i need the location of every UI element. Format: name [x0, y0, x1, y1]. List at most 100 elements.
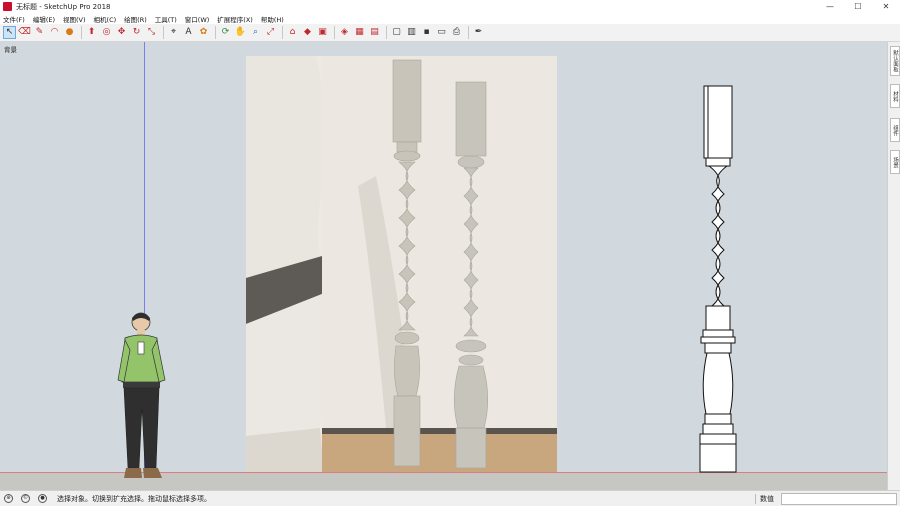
- section-fill-button[interactable]: ▭: [435, 26, 448, 39]
- zoom-tool-button[interactable]: ⌕: [249, 26, 262, 39]
- display-cuts-button[interactable]: ▪: [420, 26, 433, 39]
- photo-drawing: [246, 56, 557, 472]
- window-controls: — ☐ ✕: [816, 0, 900, 13]
- figure-badge: [137, 341, 145, 355]
- offset-tool-button[interactable]: ◎: [100, 26, 113, 39]
- select-tool-button[interactable]: ↖: [3, 26, 16, 39]
- line-tool-button[interactable]: ✎: [33, 26, 46, 39]
- left-baluster-neck: [396, 141, 418, 153]
- geo-location-icon[interactable]: ⊕: [4, 494, 13, 503]
- baseboard: [322, 428, 557, 434]
- toolbar-divider: [163, 26, 164, 39]
- toolbar-divider: [468, 26, 469, 39]
- scene-tab[interactable]: 背景: [4, 44, 17, 54]
- ruby-console-button[interactable]: ◈: [338, 26, 351, 39]
- left-baluster-bead: [394, 331, 420, 345]
- menu-help[interactable]: 帮助(H): [261, 14, 284, 24]
- figure-left-shoe: [124, 468, 142, 478]
- credits-icon[interactable]: ©: [21, 494, 30, 503]
- scale-figure-person[interactable]: [112, 310, 172, 482]
- generate-report-button[interactable]: ▤: [368, 26, 381, 39]
- menu-bar: 文件(F) 编辑(E) 视图(V) 相机(C) 绘图(R) 工具(T) 窗口(W…: [0, 13, 900, 24]
- menu-draw[interactable]: 绘图(R): [124, 14, 147, 24]
- paint-tool-button[interactable]: ✿: [197, 26, 210, 39]
- figure-belt: [123, 382, 160, 388]
- reference-photo[interactable]: [246, 56, 557, 472]
- model-top-collar: [705, 157, 731, 167]
- tray-tab-materials[interactable]: 材料: [890, 84, 900, 108]
- rotate-tool-button[interactable]: ↻: [130, 26, 143, 39]
- tray-tab-default[interactable]: 默认面板: [890, 46, 900, 76]
- model-base-ring: [702, 423, 734, 435]
- tape-tool-button[interactable]: ⌖: [167, 26, 180, 39]
- photo-textures-button[interactable]: ▦: [353, 26, 366, 39]
- model-mid-block: [705, 305, 731, 331]
- wall: [322, 56, 557, 431]
- shape-tool-button[interactable]: ●: [63, 26, 76, 39]
- left-baluster-square-top: [392, 59, 422, 143]
- display-section-button[interactable]: ▥: [405, 26, 418, 39]
- eraser-tool-button[interactable]: ⌫: [18, 26, 31, 39]
- measurements-label: 数值: [760, 495, 774, 503]
- title-bar: 无标题 - SketchUp Pro 2018 — ☐ ✕: [0, 0, 900, 13]
- drawing-viewport[interactable]: 背景: [0, 42, 887, 490]
- status-bar: ⊕ © ● 选择对象。切换到扩充选择。拖动鼠标选择多项。 数值: [0, 490, 900, 506]
- right-baluster-ring: [457, 155, 485, 169]
- baluster-3d-model[interactable]: [694, 84, 742, 474]
- model-lower-ring: [704, 413, 732, 425]
- user-account-icon[interactable]: ●: [38, 494, 47, 503]
- menu-camera[interactable]: 相机(C): [94, 14, 117, 24]
- toolbar-divider: [386, 26, 387, 39]
- close-button[interactable]: ✕: [872, 0, 900, 13]
- figure-trousers: [123, 387, 160, 469]
- sketchup-logo-icon: [3, 2, 12, 11]
- menu-edit[interactable]: 编辑(E): [33, 14, 55, 24]
- menu-window[interactable]: 窗口(W): [185, 14, 210, 24]
- model-lower-collar: [704, 342, 732, 354]
- extension-warehouse-button[interactable]: ◆: [301, 26, 314, 39]
- window-title: 无标题 - SketchUp Pro 2018: [16, 2, 111, 11]
- left-baluster-ring: [393, 150, 421, 162]
- toolbar-divider: [215, 26, 216, 39]
- scale-tool-button[interactable]: ⤡: [145, 26, 158, 39]
- maximize-button[interactable]: ☐: [844, 0, 872, 13]
- right-baluster-square-top: [455, 81, 487, 157]
- menu-view[interactable]: 视图(V): [63, 14, 86, 24]
- menu-file[interactable]: 文件(F): [3, 14, 25, 24]
- right-baluster-square-bottom: [455, 427, 487, 469]
- print-button[interactable]: ⎙: [450, 26, 463, 39]
- model-twist-section: [707, 165, 729, 307]
- main-toolbar: ↖ ⌫ ✎ ◠ ● ⬆ ◎ ✥ ↻ ⤡ ⌖ A ✿ ⟳ ✋ ⌕ ⤢ ⌂ ◆ ▣ …: [0, 24, 900, 42]
- send-to-layout-button[interactable]: ▣: [316, 26, 329, 39]
- pushpull-tool-button[interactable]: ⬆: [85, 26, 98, 39]
- menu-extensions[interactable]: 扩展程序(X): [217, 14, 253, 24]
- pan-tool-button[interactable]: ✋: [234, 26, 247, 39]
- toolbar-divider: [282, 26, 283, 39]
- warehouse-button[interactable]: ⌂: [286, 26, 299, 39]
- right-baluster-vase: [453, 365, 489, 429]
- tray-tab-components[interactable]: 组件: [890, 118, 900, 142]
- wooden-floor: [322, 431, 557, 472]
- figure-right-shoe: [143, 468, 162, 478]
- right-baluster-bead-2: [458, 354, 484, 366]
- text-tool-button[interactable]: A: [182, 26, 195, 39]
- right-baluster-bead: [455, 339, 487, 353]
- model-mid-ring: [702, 329, 734, 338]
- model-mid-disc: [700, 336, 736, 344]
- section-plane-button[interactable]: ▢: [390, 26, 403, 39]
- baluster-model-geometry: [699, 85, 737, 473]
- measurements-input[interactable]: [781, 493, 897, 505]
- tray-tab-scenes[interactable]: 场景: [890, 150, 900, 174]
- move-tool-button[interactable]: ✥: [115, 26, 128, 39]
- arc-tool-button[interactable]: ◠: [48, 26, 61, 39]
- toolbar-divider: [81, 26, 82, 39]
- orbit-tool-button[interactable]: ⟳: [219, 26, 232, 39]
- dynamic-component-button[interactable]: ✒: [472, 26, 485, 39]
- menu-tools[interactable]: 工具(T): [155, 14, 177, 24]
- model-vase: [702, 352, 734, 420]
- minimize-button[interactable]: —: [816, 0, 844, 13]
- status-divider: [755, 494, 756, 504]
- left-baluster-vase: [394, 345, 420, 397]
- status-message: 选择对象。切换到扩充选择。拖动鼠标选择多项。: [57, 494, 211, 503]
- zoom-extents-button[interactable]: ⤢: [264, 26, 277, 39]
